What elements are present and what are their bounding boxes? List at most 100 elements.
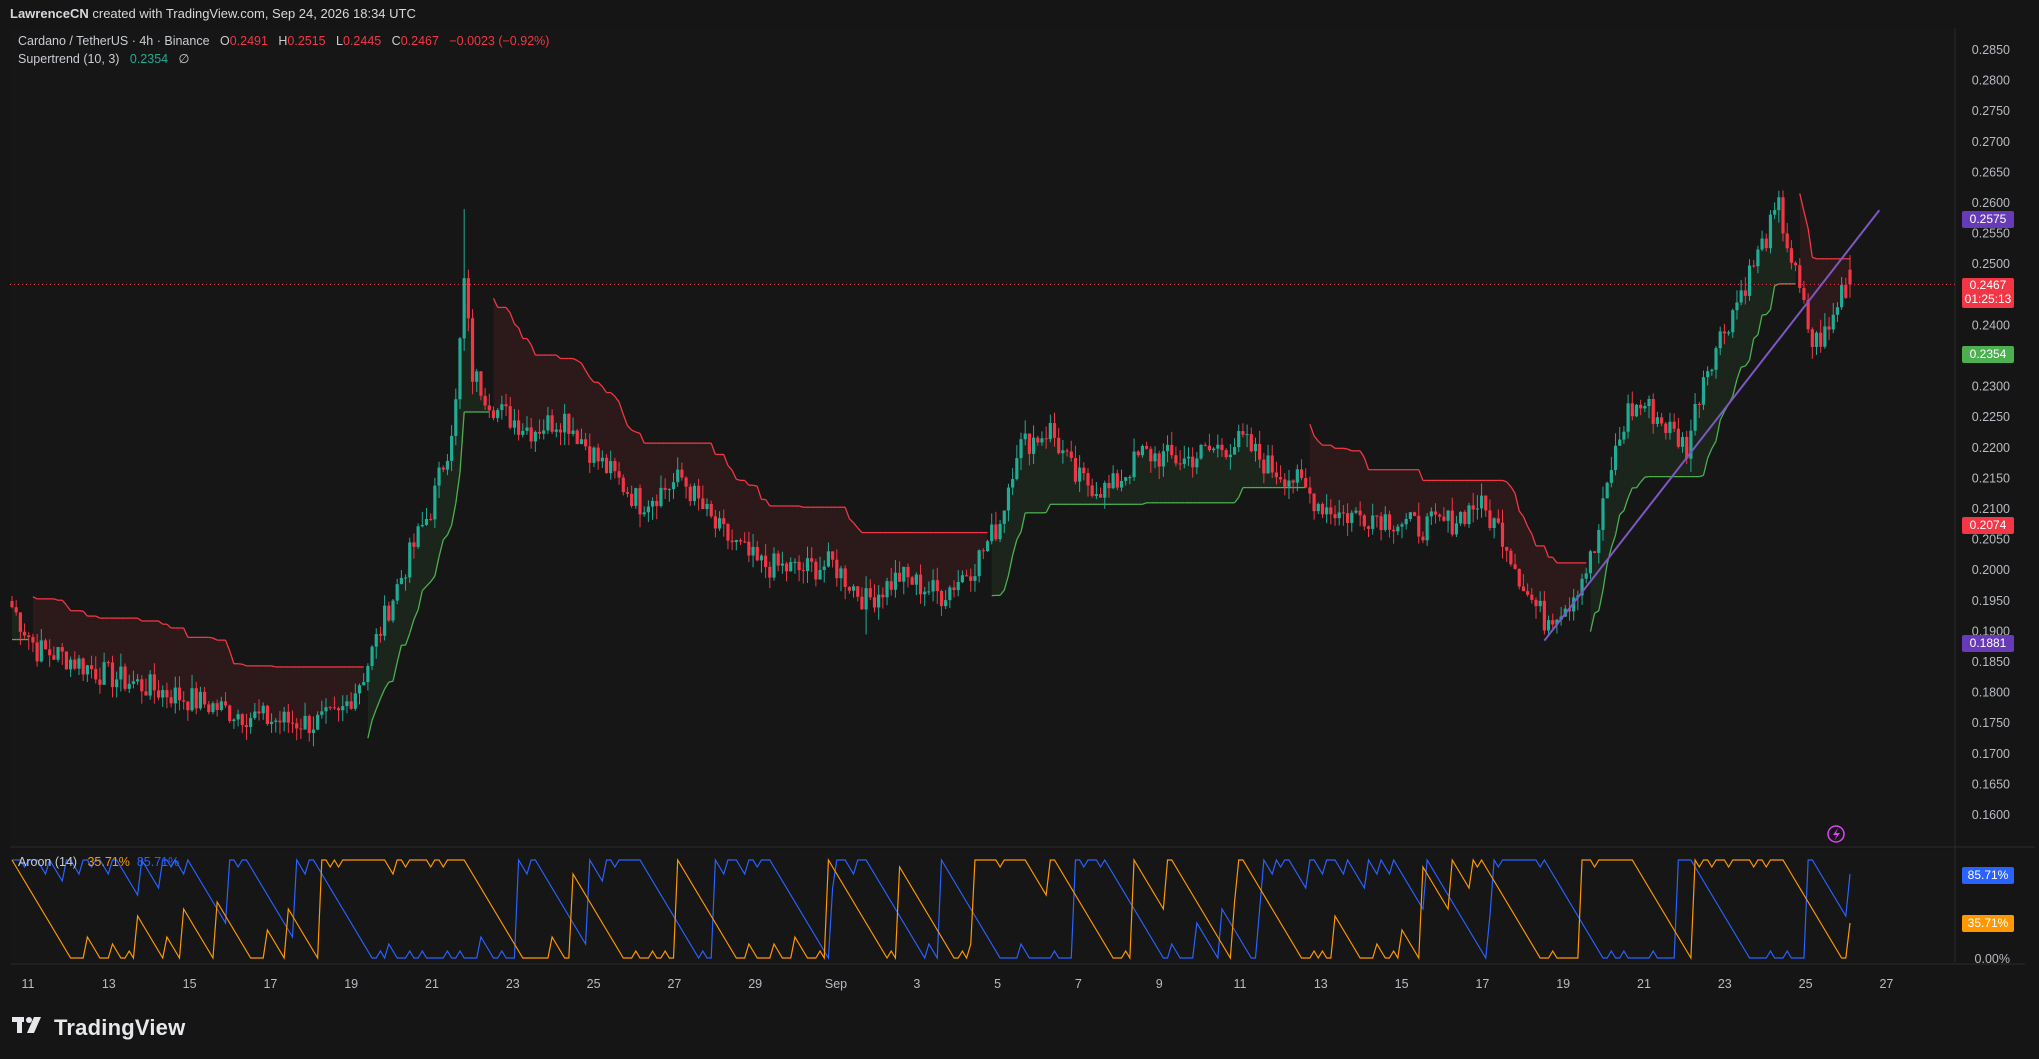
candle-body [1320,503,1325,515]
candle-body [533,431,537,442]
candle-body [433,485,437,520]
candle-body [18,612,22,632]
candle-body [705,503,709,510]
candle-body [1174,455,1178,464]
candle-body [10,601,14,608]
candle-body [646,506,650,513]
close-value: 0.2467 [400,34,439,48]
supertrend-fill [321,666,327,714]
candle-body [1258,443,1262,460]
supertrend-fill [514,323,519,428]
supertrend-fill [501,307,507,408]
indicator-value: 0.2354 [129,52,169,66]
candle-body [1023,433,1027,440]
candle-body [797,561,801,571]
candle-body [688,486,692,502]
x-tick-label: 9 [1156,977,1163,991]
candle-body [1082,467,1086,474]
supertrend-fill [719,454,724,524]
supertrend-fill [1741,293,1746,368]
candle-body [1170,444,1174,456]
candle-body [998,523,1002,540]
candle-body [1057,437,1061,454]
candle-body [801,570,805,572]
open-label: O [219,34,230,48]
supertrend-fill [1322,445,1327,511]
candle-body [1442,516,1446,521]
candle-body [1726,332,1731,334]
supertrend-fill [1762,243,1767,316]
tradingview-logo[interactable]: TradingView [12,1013,185,1043]
candle-body [1048,423,1052,440]
supertrend-fill [840,507,846,578]
candle-body [408,542,412,578]
y-tick-label: 0.1700 [1972,747,2010,761]
candle-body [1182,458,1186,464]
supertrend-fill [1552,557,1557,623]
candle-body [240,714,244,726]
candle-body [1400,524,1404,527]
candle-body [621,477,625,493]
supertrend-fill [748,485,754,552]
supertrend-fill [1355,450,1361,514]
candle-body [470,318,475,382]
x-tick-label: 7 [1075,977,1082,991]
candle-body [98,679,102,685]
candle-body [215,703,219,710]
x-tick-label: 21 [1637,977,1651,991]
aroon-up-value: 35.71% [87,855,130,869]
candle-body [1304,477,1308,488]
x-tick-label: 13 [102,977,116,991]
supertrend-fill [1138,450,1143,505]
supertrend-fill [1439,480,1444,519]
candle-body [831,551,835,560]
supertrend-fill [1644,402,1650,478]
supertrend-fill [305,666,310,725]
supertrend-fill [581,363,586,443]
aroon-legend[interactable]: Aroon (14) 35.71% 85.71% [18,855,179,869]
supertrend-fill [1330,445,1336,517]
candle-body [567,413,571,434]
candle-body [738,540,743,542]
candle-body [399,577,403,585]
supertrend-fill [1050,430,1055,505]
candle-body [667,489,671,491]
candle-body [27,635,31,638]
y-tick-label: 0.2850 [1972,43,2010,57]
supertrend-fill [1824,258,1830,337]
candle-body [1827,326,1831,330]
supertrend-fill [782,505,787,568]
supertrend-fill [1184,457,1189,503]
supertrend-fill [1175,459,1181,503]
supertrend-fill [78,610,84,667]
candle-body [429,519,433,521]
candle-body [1371,515,1375,529]
candle-body [85,665,89,675]
y-tick-label: 0.1800 [1972,686,2010,700]
candle-body [1132,451,1136,478]
candle-body [35,642,39,662]
last-price-text: 0.2467 [1969,278,2007,292]
candle-body [1408,512,1412,519]
countdown-text: 01:25:13 [1964,292,2012,306]
supertrend-fill [388,610,393,683]
indicator-legend[interactable]: Supertrend (10, 3) 0.2354 ∅ [18,51,189,66]
symbol-name: Cardano / TetherUS · 4h · Binance [18,34,210,48]
supertrend-fill [334,666,339,710]
supertrend-fill [744,480,749,549]
candle-body [1706,371,1710,378]
supertrend-fill [1142,447,1147,505]
candle-body [851,586,856,591]
high-value: 0.2515 [287,34,326,48]
candle-body [751,546,755,556]
candle-body [299,728,303,730]
supertrend-fill [577,360,582,442]
supertrend-fill [1397,469,1403,529]
chart-canvas[interactable]: 0.28500.28000.27500.27000.26500.26000.25… [0,0,2039,1059]
candle-body [1002,510,1006,524]
candle-body [1513,564,1517,569]
candle-body [613,461,617,472]
brand-name: TradingView [54,1015,186,1040]
candle-body [1019,439,1023,459]
supertrend-fill [1125,477,1130,505]
